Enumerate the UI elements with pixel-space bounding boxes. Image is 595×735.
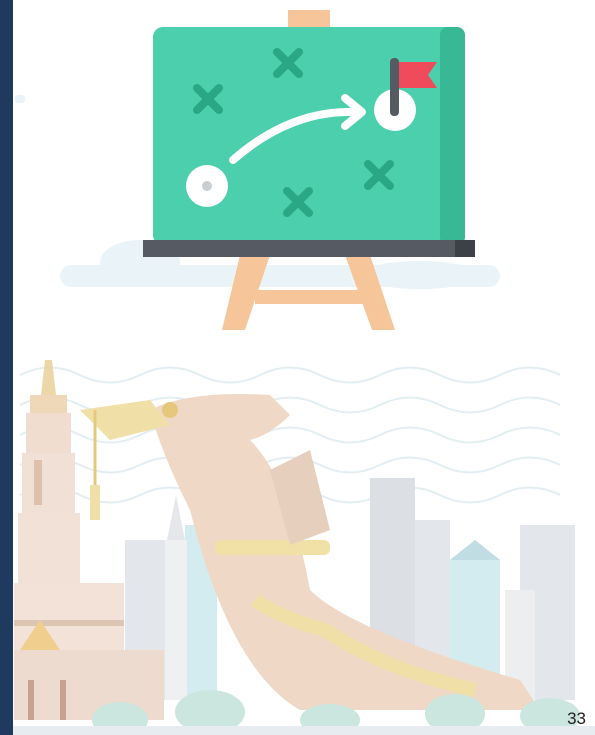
- page-number: 33: [567, 709, 586, 728]
- background-illustration: [13, 10, 595, 735]
- slide: 33: [0, 0, 595, 735]
- ground-strip: [13, 726, 595, 735]
- left-accent-bar-overlay: [0, 0, 13, 735]
